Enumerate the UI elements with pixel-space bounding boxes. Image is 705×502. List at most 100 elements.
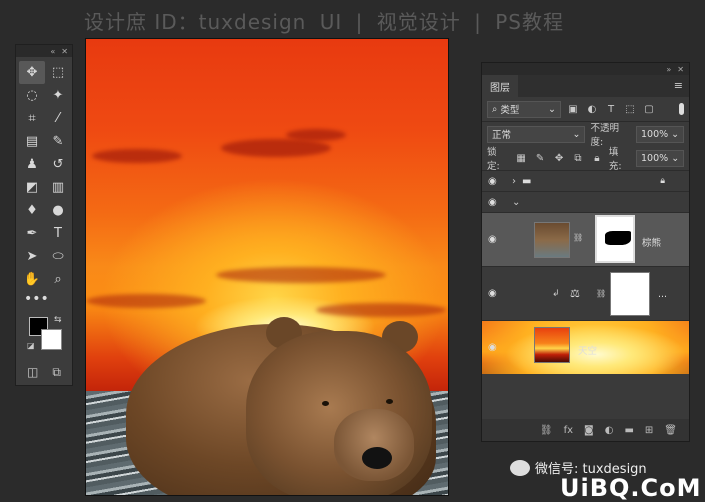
link-icon[interactable]: ⛓: [573, 233, 583, 242]
panel-menu-icon[interactable]: ≡: [674, 79, 683, 92]
watermark-author: 设计庶 ID：tuxdesign: [84, 10, 307, 34]
layer-row-levels[interactable]: ◉ ↲ ⚖ ⛓ ...: [482, 266, 689, 320]
magic-wand-tool-icon[interactable]: ✦: [45, 84, 71, 107]
quick-mask-icon[interactable]: ◫: [27, 365, 38, 380]
lock-label: 锁定:: [487, 147, 500, 172]
layer-thumbnail[interactable]: [534, 327, 570, 363]
adjustment-filter-icon[interactable]: ◐: [585, 104, 599, 115]
more-tools-button[interactable]: •••: [16, 291, 72, 311]
layer-row-group[interactable]: ◉ ⌄: [482, 191, 689, 212]
hand-tool-icon[interactable]: ✋: [19, 268, 45, 291]
lock-pixels-icon[interactable]: ✎: [533, 153, 547, 164]
tab-layers[interactable]: 图层: [482, 75, 518, 97]
close-icon[interactable]: ✕: [61, 47, 68, 56]
document-canvas[interactable]: [85, 38, 449, 496]
lock-artboard-icon[interactable]: ⧉: [571, 153, 585, 164]
lock-position-icon[interactable]: ✥: [552, 153, 566, 164]
filter-toggle-switch[interactable]: [679, 103, 684, 115]
eye-icon[interactable]: ◉: [488, 288, 497, 299]
cloud: [92, 149, 182, 163]
toolbox-header[interactable]: « ✕: [16, 45, 72, 57]
eye-icon[interactable]: ◉: [488, 176, 497, 187]
new-group-icon[interactable]: ▬: [624, 425, 633, 436]
blend-mode-value: 正常: [492, 130, 512, 141]
cloud: [316, 303, 446, 317]
adjustment-mask-thumbnail[interactable]: [610, 272, 650, 316]
layer-row-sky[interactable]: ◉ 天空: [482, 320, 689, 374]
type-filter-icon[interactable]: T: [604, 104, 618, 115]
fx-icon[interactable]: fx: [564, 425, 573, 436]
collapse-icon[interactable]: »: [666, 65, 671, 74]
zoom-tool-icon[interactable]: ⌕: [45, 268, 71, 291]
folder-icon: ▬: [522, 175, 532, 187]
chevron-down-icon[interactable]: ⌄: [512, 197, 520, 208]
move-tool-icon[interactable]: ✥: [19, 61, 45, 84]
layers-panel-strip[interactable]: » ✕: [482, 63, 689, 75]
lasso-tool-icon[interactable]: ◌: [19, 84, 45, 107]
lock-icon: 🔒︎: [660, 176, 665, 186]
cloud: [216, 267, 386, 283]
layers-panel-tabs: 图层 ≡: [482, 75, 689, 97]
layer-row-bear[interactable]: ◉ ⛓ 棕熊: [482, 212, 689, 266]
layer-name[interactable]: 天空: [578, 343, 597, 357]
wechat-icon: [510, 459, 530, 476]
collapse-icon[interactable]: «: [50, 47, 55, 56]
type-tool-icon[interactable]: T: [45, 222, 71, 245]
default-colors-icon[interactable]: ◪: [27, 341, 35, 350]
dodge-tool-icon[interactable]: ●: [45, 199, 71, 222]
bear-eye: [386, 399, 393, 404]
color-swatches: ⇆ ◪: [16, 313, 72, 363]
bear-eye: [322, 401, 329, 406]
lock-all-icon[interactable]: 🔒︎: [590, 153, 604, 164]
pen-tool-icon[interactable]: ✒: [19, 222, 45, 245]
layer-thumbnail[interactable]: [534, 222, 570, 258]
healing-tool-icon[interactable]: ▤: [19, 130, 45, 153]
opacity-value: 100%: [641, 128, 669, 140]
shape-filter-icon[interactable]: ⬚: [623, 104, 637, 115]
eyedropper-tool-icon[interactable]: ⁄: [45, 107, 71, 130]
eye-icon[interactable]: ◉: [488, 234, 497, 245]
adjustment-layer-icon[interactable]: ◐: [605, 425, 614, 436]
blend-mode-select[interactable]: 正常 ⌄: [487, 125, 586, 143]
new-layer-icon[interactable]: ⊞: [645, 425, 653, 436]
screen-mode-icon[interactable]: ⧉: [52, 365, 61, 380]
pixel-filter-icon[interactable]: ▣: [566, 104, 580, 115]
gradient-tool-icon[interactable]: ▥: [45, 176, 71, 199]
swap-colors-icon[interactable]: ⇆: [54, 315, 62, 325]
layers-panel: » ✕ 图层 ≡ ⌕ 类型 ⌄ ▣ ◐ T ⬚ ▢ 正常 ⌄ 不透明度: 100…: [481, 62, 690, 442]
tool-grid: ✥ ⬚ ◌ ✦ ⌗ ⁄ ▤ ✎ ♟ ↺ ◩ ▥ ♦ ● ✒ T ➤ ⬭ ✋ ⌕: [16, 57, 72, 291]
chevron-right-icon[interactable]: ›: [512, 176, 516, 187]
lock-transparent-icon[interactable]: ▦: [514, 153, 528, 164]
layer-row-folder[interactable]: ◉ › ▬ 🔒︎: [482, 170, 689, 191]
link-layers-icon[interactable]: ⛓: [540, 425, 553, 436]
lock-row: 锁定: ▦ ✎ ✥ ⧉ 🔒︎ 填充: 100% ⌄: [482, 146, 689, 172]
fill-field[interactable]: 100% ⌄: [636, 149, 685, 167]
watermark-category-ps: PS教程: [495, 10, 564, 34]
filter-kind-select[interactable]: ⌕ 类型 ⌄: [487, 100, 561, 118]
trash-icon[interactable]: 🗑︎: [664, 425, 677, 436]
eraser-tool-icon[interactable]: ◩: [19, 176, 45, 199]
chevron-down-icon: ⌄: [671, 152, 680, 164]
eye-icon[interactable]: ◉: [488, 197, 497, 208]
chevron-down-icon: ⌄: [548, 103, 556, 115]
stamp-tool-icon[interactable]: ♟: [19, 153, 45, 176]
crop-tool-icon[interactable]: ⌗: [19, 107, 45, 130]
link-icon[interactable]: ⛓: [596, 289, 606, 298]
add-mask-icon[interactable]: ◙: [584, 425, 594, 436]
layer-name[interactable]: 棕熊: [642, 235, 661, 249]
history-brush-tool-icon[interactable]: ↺: [45, 153, 71, 176]
toolbox-bottom: ◫ ⧉: [16, 365, 72, 380]
brush-tool-icon[interactable]: ✎: [45, 130, 71, 153]
fill-value: 100%: [641, 152, 669, 164]
background-color-swatch[interactable]: [41, 329, 62, 350]
smart-object-filter-icon[interactable]: ▢: [642, 104, 656, 115]
blur-tool-icon[interactable]: ♦: [19, 199, 45, 222]
marquee-tool-icon[interactable]: ⬚: [45, 61, 71, 84]
opacity-field[interactable]: 100% ⌄: [636, 125, 684, 143]
path-select-tool-icon[interactable]: ➤: [19, 245, 45, 268]
eye-icon[interactable]: ◉: [488, 342, 497, 353]
shape-tool-icon[interactable]: ⬭: [45, 245, 71, 268]
close-icon[interactable]: ✕: [677, 65, 684, 74]
layer-mask-thumbnail[interactable]: [595, 215, 635, 263]
chevron-down-icon: ⌄: [671, 128, 680, 140]
